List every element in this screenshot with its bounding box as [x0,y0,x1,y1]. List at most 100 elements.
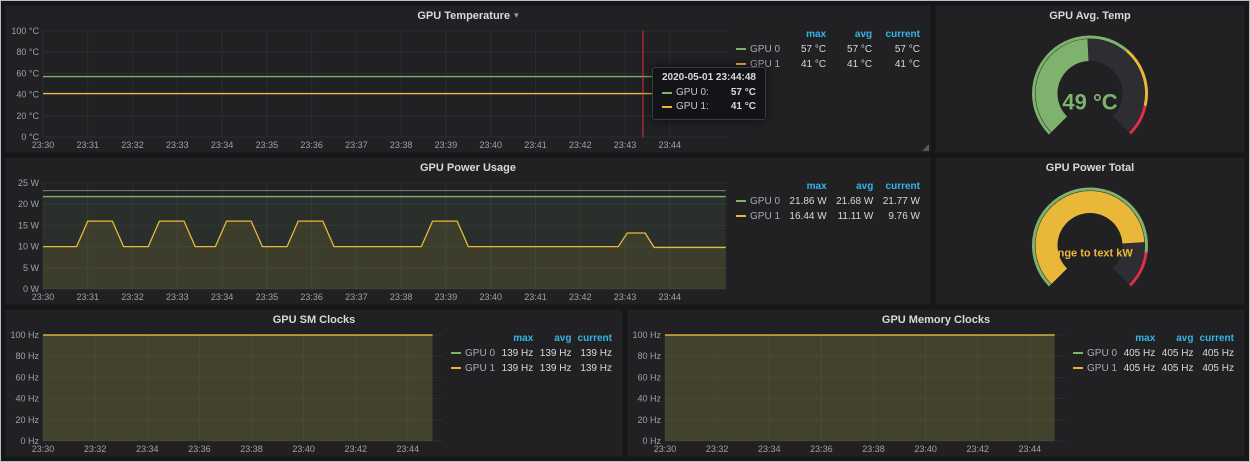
svg-text:23:30: 23:30 [32,140,55,150]
series-marker-icon [451,352,461,354]
legend-row[interactable]: GPU 0139 Hz139 Hz139 Hz [449,346,614,361]
gpu1-series-marker-icon [662,106,672,108]
tooltip-series-name: GPU 0: [676,86,709,100]
panel-title-gpu-memory-clocks: GPU Memory Clocks [882,314,990,326]
panel-header-gpu-power-usage[interactable]: GPU Power Usage [6,158,930,177]
panel-body-gpu-temperature: 0 °C20 °C40 °C60 °C80 °C100 °C23:3023:31… [6,25,930,152]
svg-text:23:40: 23:40 [479,292,502,302]
svg-text:23:34: 23:34 [136,444,159,454]
svg-text:23:33: 23:33 [166,140,189,150]
svg-text:10 W: 10 W [18,242,40,252]
svg-text:23:37: 23:37 [345,292,368,302]
svg-text:23:38: 23:38 [862,444,885,454]
svg-text:60 Hz: 60 Hz [637,372,661,382]
panel-header-gpu-memory-clocks[interactable]: GPU Memory Clocks [628,310,1244,329]
svg-text:80 Hz: 80 Hz [637,351,661,361]
svg-text:23:42: 23:42 [569,292,592,302]
svg-text:20 °C: 20 °C [16,111,39,121]
svg-text:23:37: 23:37 [345,140,368,150]
svg-text:20 Hz: 20 Hz [15,415,39,425]
svg-text:23:36: 23:36 [300,140,323,150]
svg-text:23:33: 23:33 [166,292,189,302]
panel-body-gpu-power-usage: 0 W5 W10 W15 W20 W25 W23:3023:3123:3223:… [6,177,930,304]
gpu-temperature-chart[interactable]: 0 °C20 °C40 °C60 °C80 °C100 °C23:3023:31… [6,25,734,152]
svg-text:80 Hz: 80 Hz [15,351,39,361]
series-marker-icon [736,48,746,50]
tooltip-timestamp: 2020-05-01 23:44:48 [662,72,756,83]
svg-text:23:34: 23:34 [211,292,234,302]
svg-text:23:40: 23:40 [914,444,937,454]
svg-text:40 °C: 40 °C [16,90,39,100]
svg-text:100 °C: 100 °C [11,26,39,36]
panel-body-gpu-power-total: range to text kW [936,177,1244,304]
gpu0-series-marker-icon [662,92,672,94]
panel-gpu-power-total: GPU Power Total range to text kW [935,157,1245,305]
svg-text:23:39: 23:39 [435,292,458,302]
svg-text:23:40: 23:40 [292,444,315,454]
svg-text:23:43: 23:43 [614,140,637,150]
panel-title-gpu-temperature: GPU Temperature [417,10,510,22]
gpu-memory-clocks-legend[interactable]: maxavgcurrentGPU 0405 Hz405 Hz405 HzGPU … [1071,329,1244,456]
panel-title-gpu-power-usage: GPU Power Usage [420,162,516,174]
tooltip-series-name: GPU 1: [676,100,709,114]
legend-row[interactable]: GPU 021.86 W21.68 W21.77 W [734,194,922,209]
legend-row[interactable]: GPU 1139 Hz139 Hz139 Hz [449,361,614,376]
gpu-avg-temp-gauge[interactable]: 49 °C [936,25,1244,152]
legend-row[interactable]: GPU 0405 Hz405 Hz405 Hz [1071,346,1236,361]
panel-title-gpu-power-total: GPU Power Total [1046,162,1134,174]
panel-body-gpu-avg-temp: 49 °C [936,25,1244,152]
svg-text:20 Hz: 20 Hz [637,415,661,425]
legend-row[interactable]: GPU 057 °C57 °C57 °C [734,42,922,57]
svg-text:23:42: 23:42 [966,444,989,454]
panel-header-gpu-temperature[interactable]: GPU Temperature ▾ [6,6,930,25]
svg-text:25 W: 25 W [18,178,40,188]
series-marker-icon [1073,352,1083,354]
panel-gpu-power-usage: GPU Power Usage 0 W5 W10 W15 W20 W25 W23… [5,157,931,305]
tooltip-series-value: 57 °C [731,86,756,100]
svg-text:23:36: 23:36 [810,444,833,454]
svg-text:60 °C: 60 °C [16,68,39,78]
panel-title-gpu-sm-clocks: GPU SM Clocks [273,314,356,326]
svg-text:23:36: 23:36 [300,292,323,302]
panel-header-gpu-avg-temp[interactable]: GPU Avg. Temp [936,6,1244,25]
panel-body-gpu-sm-clocks: 0 Hz20 Hz40 Hz60 Hz80 Hz100 Hz23:3023:32… [6,329,622,456]
svg-text:15 W: 15 W [18,220,40,230]
panel-gpu-memory-clocks: GPU Memory Clocks 0 Hz20 Hz40 Hz60 Hz80 … [627,309,1245,457]
gpu-power-total-gauge[interactable]: range to text kW [936,177,1244,304]
svg-text:23:32: 23:32 [706,444,729,454]
panel-header-gpu-power-total[interactable]: GPU Power Total [936,158,1244,177]
legend-row[interactable]: GPU 1405 Hz405 Hz405 Hz [1071,361,1236,376]
svg-text:23:41: 23:41 [524,140,547,150]
svg-text:23:32: 23:32 [84,444,107,454]
tooltip-row-gpu0: GPU 0: 57 °C [662,86,756,100]
dashboard-row-2: GPU Power Usage 0 W5 W10 W15 W20 W25 W23… [5,157,1245,305]
panel-gpu-sm-clocks: GPU SM Clocks 0 Hz20 Hz40 Hz60 Hz80 Hz10… [5,309,623,457]
gpu-power-usage-legend[interactable]: maxavgcurrentGPU 021.86 W21.68 W21.77 WG… [734,177,930,304]
svg-text:80 °C: 80 °C [16,47,39,57]
svg-text:49 °C: 49 °C [1062,90,1117,115]
svg-text:23:31: 23:31 [77,140,100,150]
svg-text:23:43: 23:43 [614,292,637,302]
chart-tooltip: 2020-05-01 23:44:48 GPU 0: 57 °C GPU 1: … [652,67,766,120]
panel-title-gpu-avg-temp: GPU Avg. Temp [1049,10,1131,22]
legend-row[interactable]: GPU 116.44 W11.11 W9.76 W [734,209,922,224]
svg-text:23:36: 23:36 [188,444,211,454]
svg-text:23:39: 23:39 [435,140,458,150]
svg-text:range to text kW: range to text kW [1047,248,1133,260]
gpu-sm-clocks-legend[interactable]: maxavgcurrentGPU 0139 Hz139 Hz139 HzGPU … [449,329,622,456]
svg-text:23:42: 23:42 [344,444,367,454]
svg-text:23:30: 23:30 [654,444,677,454]
svg-text:23:38: 23:38 [390,292,413,302]
panel-header-gpu-sm-clocks[interactable]: GPU SM Clocks [6,310,622,329]
panel-gpu-temperature: GPU Temperature ▾ 0 °C20 °C40 °C60 °C80 … [5,5,931,153]
series-marker-icon [1073,367,1083,369]
gpu-power-usage-chart[interactable]: 0 W5 W10 W15 W20 W25 W23:3023:3123:3223:… [6,177,734,304]
series-marker-icon [736,63,746,65]
svg-text:23:32: 23:32 [121,292,144,302]
tooltip-series-value: 41 °C [731,100,756,114]
svg-text:20 W: 20 W [18,199,40,209]
gpu-memory-clocks-chart[interactable]: 0 Hz20 Hz40 Hz60 Hz80 Hz100 Hz23:3023:32… [628,329,1071,456]
gpu-sm-clocks-chart[interactable]: 0 Hz20 Hz40 Hz60 Hz80 Hz100 Hz23:3023:32… [6,329,449,456]
svg-text:23:34: 23:34 [758,444,781,454]
resize-handle[interactable] [922,144,929,151]
